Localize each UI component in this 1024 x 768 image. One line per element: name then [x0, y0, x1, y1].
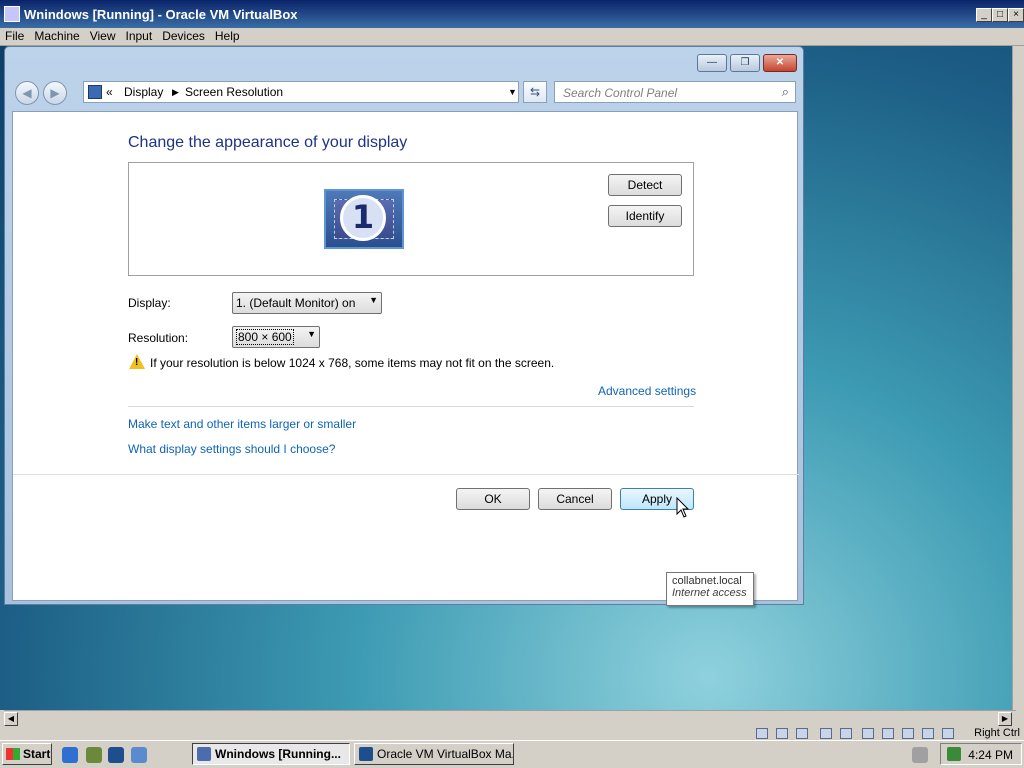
internet-explorer-icon[interactable]: [62, 747, 78, 763]
menu-view[interactable]: View: [85, 28, 121, 44]
identify-button[interactable]: Identify: [608, 205, 682, 227]
host-key-label: Right Ctrl: [974, 727, 1020, 739]
monitor-1-icon[interactable]: 1: [324, 189, 404, 249]
resolution-label: Resolution:: [128, 331, 189, 345]
usb-indicator-icon[interactable]: [796, 728, 808, 739]
menu-machine[interactable]: Machine: [29, 28, 84, 44]
close-button[interactable]: ✕: [763, 54, 797, 72]
monitor-number: 1: [340, 195, 386, 241]
cancel-button[interactable]: Cancel: [538, 488, 612, 510]
host-maximize-button[interactable]: □: [992, 8, 1008, 22]
host-title-bar[interactable]: Wnindows [Running] - Oracle VM VirtualBo…: [0, 0, 1024, 28]
search-icon[interactable]: ⌕: [782, 84, 789, 100]
network-tooltip: collabnet.local Internet access: [666, 572, 754, 606]
footer-divider: [13, 474, 799, 475]
refresh-icon[interactable]: ⇆: [523, 81, 547, 103]
resolution-select[interactable]: 800 × 600 ▼: [232, 326, 320, 348]
tooltip-network-name: collabnet.local: [672, 575, 742, 587]
taskbar-vm-window-label: Wnindows [Running...: [215, 747, 341, 761]
taskbar-virtualbox-manager[interactable]: Oracle VM VirtualBox Ma...: [354, 743, 514, 765]
quicklaunch-network-icon[interactable]: [131, 747, 147, 763]
virtualbox-quicklaunch-icon[interactable]: [108, 747, 124, 763]
detect-button[interactable]: Detect: [608, 174, 682, 196]
resolution-warning: If your resolution is below 1024 x 768, …: [150, 356, 555, 370]
menu-devices[interactable]: Devices: [157, 28, 210, 44]
keyboard-tray-icon[interactable]: [912, 747, 928, 763]
display-label: Display:: [128, 296, 171, 310]
forward-button[interactable]: ▶: [43, 81, 67, 105]
scroll-right-icon[interactable]: ▶: [998, 712, 1012, 726]
ok-button[interactable]: OK: [456, 488, 530, 510]
minimize-button[interactable]: —: [697, 54, 727, 72]
start-label: Start: [23, 747, 51, 761]
host-menu-bar: File Machine View Input Devices Help: [0, 28, 1024, 46]
control-panel-icon: [88, 85, 102, 99]
chevron-down-icon: ▼: [369, 295, 378, 305]
virtualbox-status-bar: Right Ctrl: [0, 726, 1024, 740]
capture-indicator-icon[interactable]: [882, 728, 894, 739]
address-bar[interactable]: « Display ▶ Screen Resolution ▼: [83, 81, 519, 103]
content-pane: Change the appearance of your display 1 …: [12, 111, 799, 601]
divider: [128, 406, 694, 407]
horizontal-scrollbar[interactable]: ◀ ▶: [4, 710, 1016, 726]
text-size-link[interactable]: Make text and other items larger or smal…: [128, 417, 356, 431]
start-button[interactable]: Start: [2, 743, 52, 765]
page-title: Change the appearance of your display: [128, 134, 408, 151]
menu-help[interactable]: Help: [210, 28, 245, 44]
overflow-chevron-icon[interactable]: «: [106, 85, 113, 99]
display-value: 1. (Default Monitor) on: [236, 296, 356, 310]
host-window-title: Wnindows [Running] - Oracle VM VirtualBo…: [24, 7, 298, 22]
windows-flag-icon: [6, 748, 20, 760]
vertical-scrollbar[interactable]: [1012, 46, 1024, 710]
menu-file[interactable]: File: [0, 28, 29, 44]
navigation-bar: ◀ ▶ « Display ▶ Screen Resolution ▼ ⇆ Se…: [11, 79, 799, 109]
screen-resolution-window: — ❐ ✕ ◀ ▶ « Display ▶ Screen Resolution …: [4, 46, 804, 605]
search-placeholder: Search Control Panel: [563, 86, 678, 100]
system-tray: 4:24 PM: [940, 743, 1022, 765]
shared-folder-indicator-icon[interactable]: [820, 728, 832, 739]
resolution-value: 800 × 600: [236, 329, 294, 345]
mouse-cursor-icon: [676, 497, 690, 518]
breadcrumb-screen-resolution[interactable]: Screen Resolution: [185, 85, 283, 99]
display-indicator-icon[interactable]: [862, 728, 874, 739]
chevron-down-icon: ▼: [307, 329, 316, 339]
display-settings-help-link[interactable]: What display settings should I choose?: [128, 442, 335, 456]
virtualbox-app-icon: [4, 6, 20, 22]
cd-indicator-icon[interactable]: [776, 728, 788, 739]
host-minimize-button[interactable]: _: [976, 8, 992, 22]
taskbar-virtualbox-manager-label: Oracle VM VirtualBox Ma...: [377, 747, 514, 761]
maximize-button[interactable]: ❐: [730, 54, 760, 72]
guest-desktop: — ❐ ✕ ◀ ▶ « Display ▶ Screen Resolution …: [0, 46, 1012, 710]
network-tray-icon[interactable]: [947, 747, 961, 761]
taskbar-vm-window[interactable]: Wnindows [Running...: [192, 743, 350, 765]
network-indicator-icon[interactable]: [840, 728, 852, 739]
menu-input[interactable]: Input: [121, 28, 158, 44]
tray-clock[interactable]: 4:24 PM: [968, 748, 1013, 762]
hdd-indicator-icon[interactable]: [756, 728, 768, 739]
breadcrumb-separator-icon[interactable]: ▶: [172, 87, 179, 98]
display-select[interactable]: 1. (Default Monitor) on ▼: [232, 292, 382, 314]
vm-window-icon: [197, 747, 211, 761]
advanced-settings-link[interactable]: Advanced settings: [598, 384, 696, 398]
address-dropdown-icon[interactable]: ▼: [508, 87, 517, 97]
warning-icon-mark: !: [135, 357, 139, 368]
quicklaunch-tool-icon[interactable]: [86, 747, 102, 763]
host-taskbar: Start Wnindows [Running... Oracle VM Vir…: [0, 740, 1024, 768]
scroll-left-icon[interactable]: ◀: [4, 712, 18, 726]
tooltip-network-status: Internet access: [672, 587, 747, 599]
back-button[interactable]: ◀: [15, 81, 39, 105]
monitor-preview: 1 Detect Identify: [128, 162, 694, 276]
search-input[interactable]: Search Control Panel ⌕: [554, 81, 796, 103]
virtualbox-manager-icon: [359, 747, 373, 761]
host-close-button[interactable]: ×: [1008, 8, 1024, 22]
keyboard-capture-icon[interactable]: [942, 728, 954, 739]
breadcrumb-display[interactable]: Display: [124, 85, 163, 99]
mouse-integration-icon[interactable]: [922, 728, 934, 739]
cpu-indicator-icon[interactable]: [902, 728, 914, 739]
